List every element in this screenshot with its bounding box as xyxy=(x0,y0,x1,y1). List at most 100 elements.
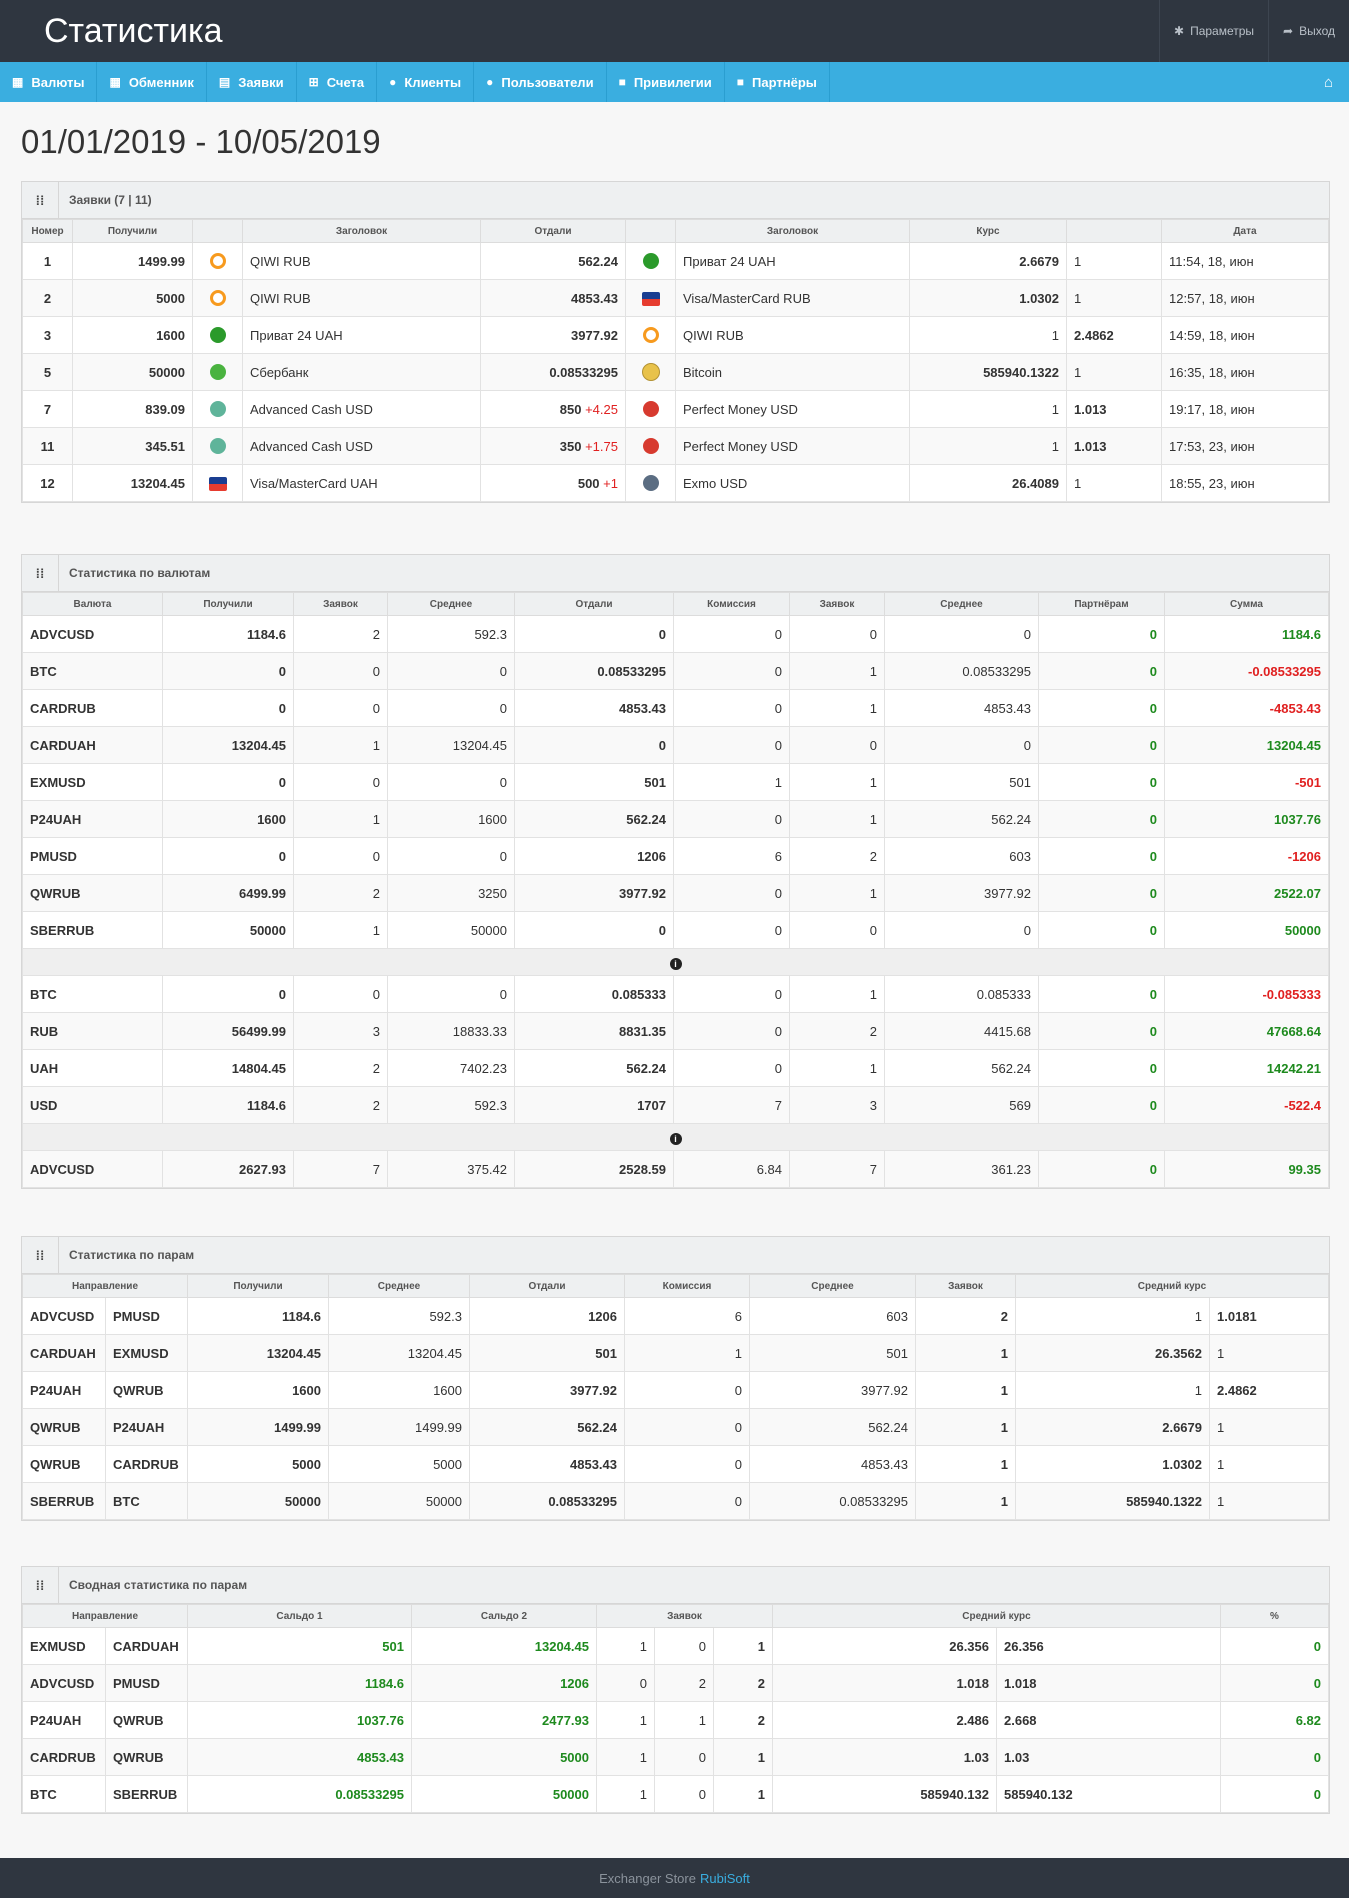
currency-cell: 99.35 xyxy=(1164,1150,1329,1188)
currency-cell: 0 xyxy=(514,726,674,764)
summary-cell: QWRUB xyxy=(105,1738,188,1776)
currency-row: CARDRUB 0 0 0 4853.43 0 1 4853.43 0 -4853.43 xyxy=(22,689,1329,727)
menu-item-3[interactable]: ▤ Заявки xyxy=(207,62,297,102)
qiwi-icon xyxy=(209,290,226,307)
currency-cell: 14804.45 xyxy=(162,1049,294,1087)
summary-cell: 1184.6 xyxy=(187,1664,412,1702)
order-row[interactable]: 11 345.51 Advanced Cash USD 350 +1.75 Perfec… xyxy=(22,427,1329,465)
pair-cell: 1 xyxy=(1209,1482,1329,1520)
order-row[interactable]: 1 1499.99 QIWI RUB 562.24 Приват 24 UAH 2.667… xyxy=(22,242,1329,280)
currency-cell: 0 xyxy=(1038,1086,1165,1124)
summary-cell: CARDUAH xyxy=(105,1627,188,1665)
column-header: Курс xyxy=(909,219,1067,243)
summary-cell: 26.356 xyxy=(772,1627,997,1665)
info-icon: ● xyxy=(389,75,397,89)
footer-text: Exchanger Store xyxy=(599,1870,696,1886)
pair-row: QWRUB P24UAH 1499.99 1499.99 562.24 0 562.24 1 2… xyxy=(22,1408,1329,1446)
column-header: Номер xyxy=(22,219,73,243)
pair-cell: 3977.92 xyxy=(469,1371,625,1409)
menu-item-4[interactable]: ⊞ Счета xyxy=(297,62,378,102)
pair-cell: 0 xyxy=(624,1408,750,1446)
summary-cell: 0 xyxy=(596,1664,655,1702)
separator-cell: i xyxy=(22,948,1329,976)
menu-item-8[interactable]: ■ Партнёры xyxy=(725,62,830,102)
currency-row: EXMUSD 0 0 0 501 1 1 501 0 -501 xyxy=(22,763,1329,801)
lock-icon: ■ xyxy=(618,75,626,89)
summary-row: EXMUSD CARDUAH 501 13204.45 1 0 1 26.356 26.356 0 xyxy=(22,1627,1329,1665)
column-header: Направление xyxy=(22,1604,188,1628)
menu-item-label: Привилегии xyxy=(633,74,712,90)
summary-cell: 2 xyxy=(654,1664,714,1702)
pair-cell: 1206 xyxy=(469,1297,625,1335)
logout-link[interactable]: ➦ Выход xyxy=(1268,0,1349,62)
order-row[interactable]: 12 13204.45 Visa/MasterCard UAH 500 +1 Exmo … xyxy=(22,464,1329,502)
order-given: 500 +1 xyxy=(480,464,626,502)
currency-cell: 2 xyxy=(293,1049,388,1087)
summary-row: P24UAH QWRUB 1037.76 2477.93 1 1 2 2.486 2.668 6.… xyxy=(22,1701,1329,1739)
summary-cell: 1.018 xyxy=(772,1664,997,1702)
order-date: 17:53, 23, июн xyxy=(1161,427,1329,465)
home-icon[interactable]: ⌂ xyxy=(1308,62,1349,102)
menu-item-5[interactable]: ● Клиенты xyxy=(377,62,475,102)
column-header xyxy=(625,219,676,243)
currency-cell: CARDUAH xyxy=(22,726,163,764)
currency-row: P24UAH 1600 1 1600 562.24 0 1 562.24 0 1037.76 xyxy=(22,800,1329,838)
pair-cell: BTC xyxy=(105,1482,188,1520)
menu-item-2[interactable]: ▦ Обменник xyxy=(97,62,207,102)
menu-item-1[interactable]: ▦ Валюты xyxy=(0,62,98,102)
currency-cell: SBERRUB xyxy=(22,911,163,949)
settings-link[interactable]: ✱ Параметры xyxy=(1159,0,1268,62)
currency-cell: 0 xyxy=(293,975,388,1013)
currency-cell: 0 xyxy=(293,837,388,875)
currency-cell: BTC xyxy=(22,975,163,1013)
order-title-in: Сбербанк xyxy=(242,353,481,391)
pair-cell: 603 xyxy=(749,1297,916,1335)
pair-cell: 2 xyxy=(915,1297,1016,1335)
order-rate-right: 1.013 xyxy=(1066,427,1162,465)
summary-cell: 2 xyxy=(713,1664,773,1702)
sber-icon xyxy=(209,364,226,381)
summary-cell: 2477.93 xyxy=(411,1701,597,1739)
currency-cell: 603 xyxy=(884,837,1039,875)
currency-cell: 562.24 xyxy=(514,1049,674,1087)
currency-cell: 7 xyxy=(293,1150,388,1188)
summary-cell: 1 xyxy=(596,1627,655,1665)
summary-cell: 1.03 xyxy=(772,1738,997,1776)
summary-cell: CARDRUB xyxy=(22,1738,106,1776)
footer: Exchanger Store RubiSoft xyxy=(0,1858,1349,1898)
currency-cell: 0 xyxy=(673,911,790,949)
currency-cell: 50000 xyxy=(1164,911,1329,949)
column-header: Заявок xyxy=(915,1274,1016,1298)
order-date: 19:17, 18, июн xyxy=(1161,390,1329,428)
pair-cell: 562.24 xyxy=(469,1408,625,1446)
currency-cell: 13204.45 xyxy=(387,726,515,764)
currency-row: RUB 56499.99 3 18833.33 8831.35 0 2 4415.68 0 476… xyxy=(22,1012,1329,1050)
pair-cell: 1 xyxy=(1015,1297,1210,1335)
currency-cell: 3 xyxy=(293,1012,388,1050)
currency-cell: 0 xyxy=(884,911,1039,949)
pair-cell: 1600 xyxy=(328,1371,470,1409)
column-header: Среднее xyxy=(884,592,1039,616)
pair-cell: P24UAH xyxy=(105,1408,188,1446)
order-received: 1600 xyxy=(72,316,193,354)
order-row[interactable]: 3 1600 Приват 24 UAH 3977.92 QIWI RUB 1 2.4862… xyxy=(22,316,1329,354)
currency-cell: 0 xyxy=(673,1012,790,1050)
order-rate-left: 2.6679 xyxy=(909,242,1067,280)
currency-cell: 0 xyxy=(1038,689,1165,727)
order-row[interactable]: 7 839.09 Advanced Cash USD 850 +4.25 Perfect… xyxy=(22,390,1329,428)
pair-cell: 1 xyxy=(915,1371,1016,1409)
pair-cell: 0.08533295 xyxy=(469,1482,625,1520)
pair-cell: PMUSD xyxy=(105,1297,188,1335)
currency-cell: 0 xyxy=(1038,615,1165,653)
menu-item-7[interactable]: ■ Привилегии xyxy=(607,62,725,102)
menu-item-6[interactable]: ● Пользователи xyxy=(474,62,607,102)
pair-cell: 50000 xyxy=(328,1482,470,1520)
currency-cell: 501 xyxy=(514,763,674,801)
group-separator: i xyxy=(22,948,1329,976)
footer-link[interactable]: RubiSoft xyxy=(700,1871,750,1886)
order-row[interactable]: 5 50000 Сбербанк 0.08533295 Bitcoin 585940.13… xyxy=(22,353,1329,391)
order-row[interactable]: 2 5000 QIWI RUB 4853.43 Visa/MasterCard RUB 1… xyxy=(22,279,1329,317)
currency-row: ADVCUSD 1184.6 2 592.3 0 0 0 0 0 1184.6 xyxy=(22,615,1329,653)
payout-icon-cell xyxy=(625,242,676,280)
column-header: Получили xyxy=(187,1274,329,1298)
